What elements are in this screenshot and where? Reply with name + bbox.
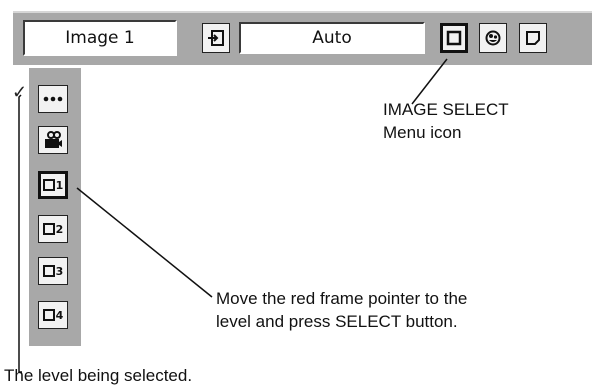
selected-leader bbox=[18, 94, 22, 373]
callout-line-1: Move the red frame pointer to the bbox=[216, 289, 468, 308]
pointer-leader bbox=[76, 187, 213, 298]
callout-lines bbox=[18, 58, 448, 373]
callout-line-2: level and press SELECT button. bbox=[216, 312, 458, 331]
pointer-callout: Move the red frame pointer to the level … bbox=[216, 287, 467, 333]
selected-level-callout: The level being selected. bbox=[4, 364, 192, 387]
selected-level-text: The level being selected. bbox=[4, 366, 193, 385]
image-select-callout: IMAGE SELECT Menu icon bbox=[383, 98, 509, 144]
callout-subtitle: Menu icon bbox=[383, 123, 462, 142]
callout-title: IMAGE SELECT bbox=[383, 100, 509, 119]
